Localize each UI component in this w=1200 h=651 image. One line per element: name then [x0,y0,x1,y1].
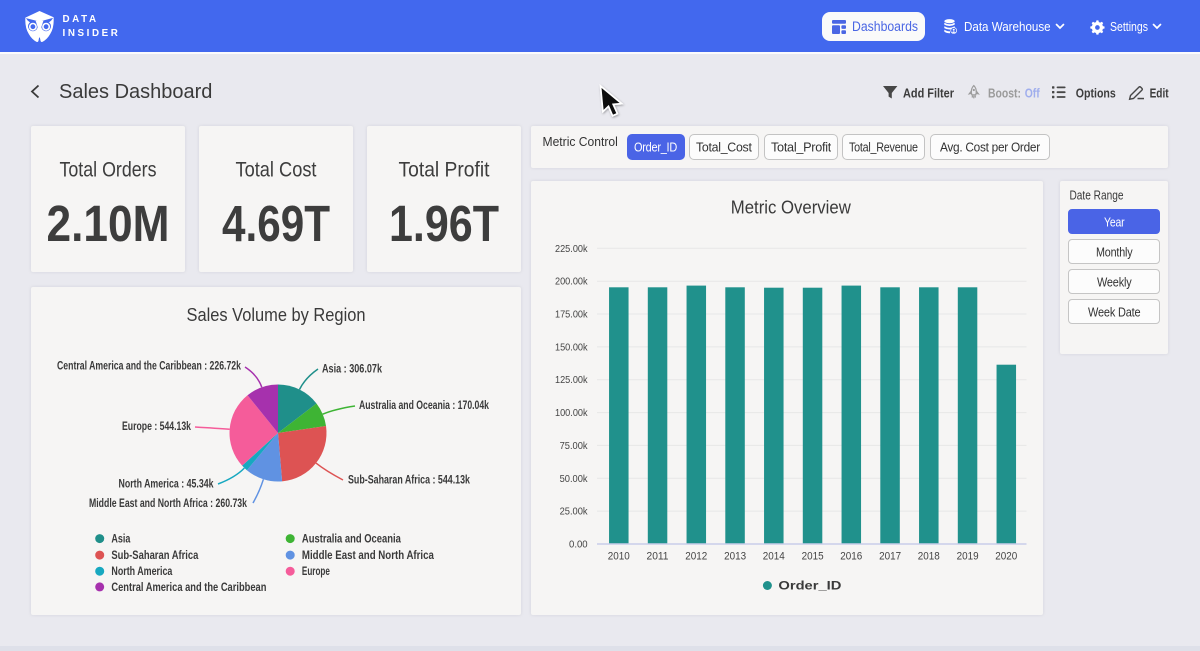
svg-text:Total_Cost: Total_Cost [696,139,752,154]
svg-text:North America : 45.34k: North America : 45.34k [119,479,214,491]
svg-text:150.00k: 150.00k [555,341,588,353]
svg-text:2011: 2011 [647,551,669,563]
svg-text:225.00k: 225.00k [555,243,588,255]
svg-text:100.00k: 100.00k [555,407,588,419]
svg-text:4.69T: 4.69T [222,195,330,252]
svg-text:Sales Volume by Region: Sales Volume by Region [187,304,366,325]
svg-text:Total_Revenue: Total_Revenue [849,139,918,154]
svg-text:Sub-Saharan Africa: Sub-Saharan Africa [111,550,198,562]
svg-text:25.00k: 25.00k [560,506,589,518]
svg-text:Middle East and North Africa: Middle East and North Africa [302,550,435,562]
svg-text:0.00: 0.00 [569,539,588,551]
svg-text:Avg. Cost per Order: Avg. Cost per Order [940,139,1040,154]
svg-text:Off: Off [1025,86,1041,100]
svg-text:2015: 2015 [802,551,824,563]
svg-text:Asia: Asia [111,534,130,546]
svg-text:2020: 2020 [995,551,1017,563]
svg-text:Middle East and North Africa :: Middle East and North Africa : 260.73k [89,498,247,510]
svg-text:50.00k: 50.00k [560,473,589,485]
svg-text:2013: 2013 [724,551,746,563]
svg-text:Total_Profit: Total_Profit [771,139,831,154]
svg-text:Options: Options [1076,86,1116,100]
svg-text:Metric Control: Metric Control [543,134,618,149]
svg-text:Dashboards: Dashboards [852,19,918,34]
svg-text:Metric Overview: Metric Overview [731,197,852,218]
svg-text:75.00k: 75.00k [560,440,589,452]
svg-text:Weekly: Weekly [1097,274,1132,289]
svg-text:Add Filter: Add Filter [903,86,954,100]
svg-text:Edit: Edit [1150,86,1170,100]
svg-text:Data Warehouse: Data Warehouse [964,19,1051,34]
svg-text:Central America and the Caribb: Central America and the Caribbean : 226.… [57,361,241,373]
svg-text:Total Profit: Total Profit [399,158,490,182]
svg-text:2012: 2012 [685,551,707,563]
svg-text:2016: 2016 [840,551,862,563]
svg-text:125.00k: 125.00k [555,374,588,386]
svg-text:2018: 2018 [918,551,940,563]
svg-text:175.00k: 175.00k [555,309,588,321]
svg-text:Total Orders: Total Orders [60,158,157,182]
svg-text:Europe : 544.13k: Europe : 544.13k [122,421,191,433]
svg-text:Date Range: Date Range [1070,187,1124,202]
svg-text:Central America and the Caribb: Central America and the Caribbean [111,582,266,594]
svg-text:2017: 2017 [879,551,901,563]
svg-text:Australia and Oceania: Australia and Oceania [302,534,401,546]
svg-text:Week Date: Week Date [1088,304,1141,319]
svg-text:1.96T: 1.96T [389,195,499,252]
svg-text:North America: North America [111,566,172,578]
svg-text:Settings: Settings [1110,19,1148,34]
svg-text:Order_ID: Order_ID [778,579,841,593]
svg-text:2014: 2014 [763,551,785,563]
svg-text:Sub-Saharan Africa : 544.13k: Sub-Saharan Africa : 544.13k [348,475,470,487]
svg-text:Asia : 306.07k: Asia : 306.07k [322,364,382,376]
svg-text:2.10M: 2.10M [47,195,170,252]
svg-text:Total Cost: Total Cost [236,158,317,182]
svg-text:2019: 2019 [957,551,979,563]
svg-text:Australia and Oceania : 170.04: Australia and Oceania : 170.04k [359,400,489,412]
svg-text:Monthly: Monthly [1096,244,1133,259]
svg-text:Order_ID: Order_ID [634,139,677,154]
svg-text:Boost:: Boost: [988,86,1021,100]
svg-text:Year: Year [1104,214,1125,229]
svg-text:200.00k: 200.00k [555,276,588,288]
svg-text:Europe: Europe [302,566,330,578]
svg-text:2010: 2010 [608,551,630,563]
